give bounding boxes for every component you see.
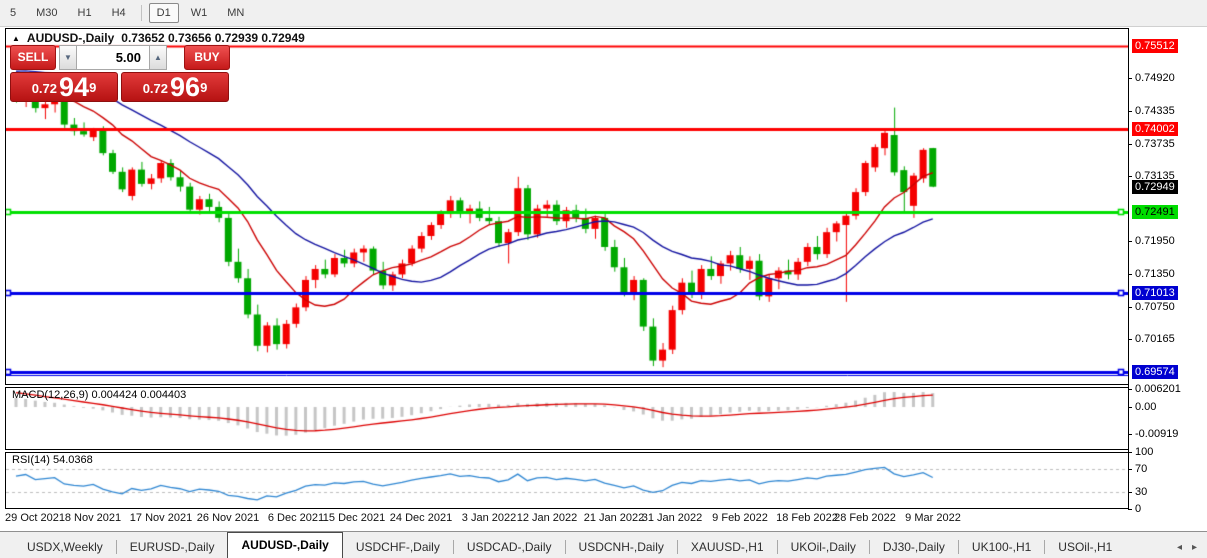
price-axis-label: 0.70750 (1132, 300, 1178, 314)
chart-tab-usdx-weekly[interactable]: USDX,Weekly (14, 537, 116, 558)
sell-price-small: 0.72 (32, 78, 57, 100)
date-axis-label: 21 Jan 2022 (584, 512, 645, 524)
chart-tab-audusd-daily[interactable]: AUDUSD-,Daily (227, 532, 342, 558)
timeframe-button-mn[interactable]: MN (219, 3, 252, 23)
volume-stepper: ▼ ▲ (59, 45, 181, 70)
chart-tab-bar: USDX,WeeklyEURUSD-,DailyAUDUSD-,DailyUSD… (0, 531, 1207, 558)
timeframe-button-w1[interactable]: W1 (183, 3, 216, 23)
rsi-axis-label: 100 (1132, 445, 1156, 459)
chart-tab-usdcnh-daily[interactable]: USDCNH-,Daily (566, 537, 677, 558)
price-axis-label: 0.71350 (1132, 267, 1178, 281)
chart-ohlc-values: 0.73652 0.73656 0.72939 0.72949 (121, 31, 305, 45)
date-axis-label: 24 Dec 2021 (390, 512, 452, 524)
rsi-indicator-label: RSI(14) 54.0368 (12, 454, 93, 466)
macd-axis-label: 0.006201 (1132, 382, 1184, 396)
rsi-axis-label: 70 (1132, 462, 1150, 476)
sell-price-big: 94 (59, 74, 89, 100)
timeframe-button-h1[interactable]: H1 (70, 3, 100, 23)
date-axis-label: 29 Oct 2021 (5, 512, 65, 524)
timeframe-toolbar: 5M30H1H4 D1W1MN (0, 0, 1207, 27)
date-axis-label: 15 Dec 2021 (323, 512, 385, 524)
timeframe-button-h4[interactable]: H4 (104, 3, 134, 23)
price-axis-label: 0.69574 (1132, 365, 1178, 379)
buy-button[interactable]: BUY (184, 45, 230, 70)
timeframe-button-d1[interactable]: D1 (149, 3, 179, 23)
price-axis-label: 0.71013 (1132, 286, 1178, 300)
toolbar-separator (141, 5, 142, 21)
date-axis-label: 28 Feb 2022 (834, 512, 896, 524)
price-axis-label: 0.75512 (1132, 39, 1178, 53)
sell-button[interactable]: SELL (10, 45, 56, 70)
volume-input[interactable] (77, 45, 149, 70)
date-axis-label: 18 Feb 2022 (776, 512, 838, 524)
chart-tab-xauusd-h1[interactable]: XAUUSD-,H1 (678, 537, 777, 558)
volume-increase-icon[interactable]: ▲ (149, 45, 167, 70)
macd-axis-label: 0.00 (1132, 400, 1159, 414)
chart-tab-usdchf-daily[interactable]: USDCHF-,Daily (343, 537, 453, 558)
date-axis-label: 6 Dec 2021 (268, 512, 324, 524)
price-axis-label: 0.74335 (1132, 104, 1178, 118)
date-axis-label: 17 Nov 2021 (130, 512, 192, 524)
trading-terminal: 5M30H1H4 D1W1MN ▲ AUDUSD-,Daily 0.73652 0… (0, 0, 1207, 558)
sell-price-pip: 9 (89, 73, 96, 103)
date-axis-label: 3 Jan 2022 (462, 512, 516, 524)
macd-axis-label: -0.00919 (1132, 427, 1181, 441)
chart-tab-uk100-h1[interactable]: UK100-,H1 (959, 537, 1044, 558)
buy-price-big: 96 (170, 74, 200, 100)
chart-symbol-label: AUDUSD-,Daily (27, 31, 114, 45)
tab-scroll-right-icon[interactable]: ▸ (1192, 542, 1197, 553)
date-axis-label: 12 Jan 2022 (517, 512, 578, 524)
timeframe-button-5[interactable]: 5 (2, 3, 24, 23)
date-axis-label: 9 Mar 2022 (905, 512, 961, 524)
price-axis-label: 0.70165 (1132, 332, 1178, 346)
axis-divider (1128, 28, 1129, 510)
tab-scroll-left-icon[interactable]: ◂ (1177, 542, 1182, 553)
price-axis-label: 0.74002 (1132, 122, 1178, 136)
one-click-trading-panel: SELL ▼ ▲ BUY 0.72 94 9 0.72 96 9 (10, 45, 230, 102)
macd-indicator-label: MACD(12,26,9) 0.004424 0.004403 (12, 389, 186, 401)
price-axis-label: 0.71950 (1132, 234, 1178, 248)
chart-tab-eurusd-daily[interactable]: EURUSD-,Daily (117, 537, 228, 558)
volume-decrease-icon[interactable]: ▼ (59, 45, 77, 70)
date-axis-label: 9 Feb 2022 (712, 512, 768, 524)
collapse-chart-icon[interactable]: ▲ (12, 34, 20, 43)
rsi-axis-label: 0 (1132, 502, 1144, 516)
buy-price-tile[interactable]: 0.72 96 9 (121, 72, 229, 102)
chart-tab-usoil-h1[interactable]: USOil-,H1 (1045, 537, 1125, 558)
buy-price-small: 0.72 (143, 78, 168, 100)
date-axis-label: 26 Nov 2021 (197, 512, 259, 524)
chart-tab-ukoil-daily[interactable]: UKOil-,Daily (778, 537, 869, 558)
buy-price-pip: 9 (200, 73, 207, 103)
chart-tab-usdcad-daily[interactable]: USDCAD-,Daily (454, 537, 565, 558)
rsi-axis-label: 30 (1132, 485, 1150, 499)
date-axis-label: 8 Nov 2021 (65, 512, 121, 524)
sell-price-tile[interactable]: 0.72 94 9 (10, 72, 118, 102)
chart-title: ▲ AUDUSD-,Daily 0.73652 0.73656 0.72939 … (12, 31, 305, 45)
price-axis-label: 0.73735 (1132, 137, 1178, 151)
rsi-canvas[interactable] (6, 453, 1128, 508)
price-axis-label: 0.74920 (1132, 71, 1178, 85)
timeframe-button-m30[interactable]: M30 (28, 3, 65, 23)
price-axis-label: 0.72491 (1132, 205, 1178, 219)
chart-tab-dj30-daily[interactable]: DJ30-,Daily (870, 537, 958, 558)
current-price-label: 0.72949 (1132, 180, 1178, 194)
date-axis-label: 31 Jan 2022 (642, 512, 703, 524)
